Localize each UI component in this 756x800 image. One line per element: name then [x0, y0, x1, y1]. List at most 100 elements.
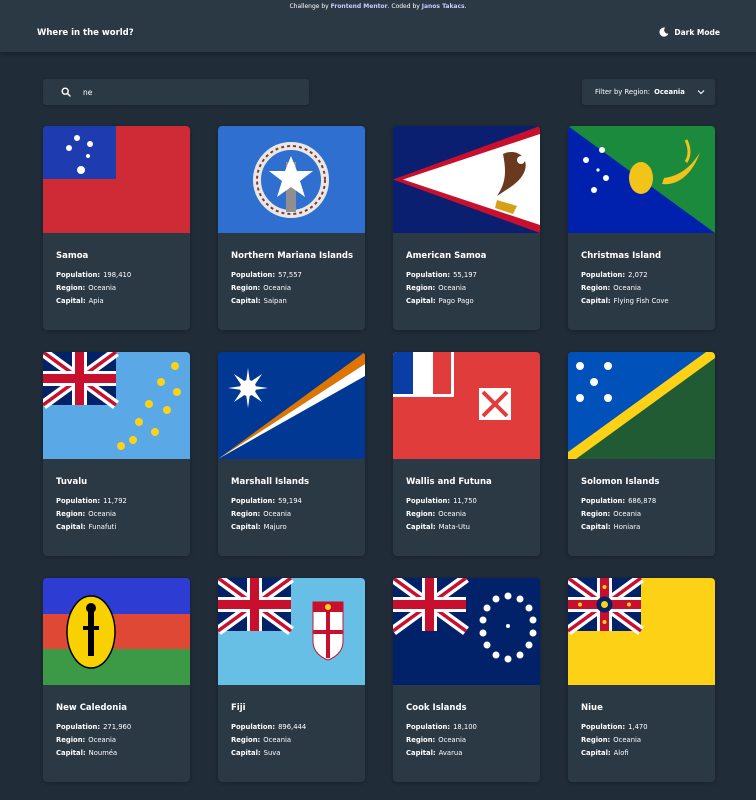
- population-value: 896,444: [278, 723, 307, 731]
- region-value: Oceania: [88, 510, 117, 518]
- population-row: Population: 2,072: [581, 271, 648, 279]
- capital-row: Capital: Flying Fish Cove: [581, 297, 669, 305]
- wallis-and-futuna-flag-icon: [393, 352, 540, 459]
- country-name: Marshall Islands: [231, 477, 310, 487]
- region-value: Oceania: [613, 510, 642, 518]
- capital-value: Honiara: [613, 523, 641, 531]
- population-label: Population:: [406, 723, 451, 731]
- country-card[interactable]: Solomon Islands Population: 686,878 Regio…: [568, 352, 715, 556]
- author-link[interactable]: Janos Takacs: [422, 3, 465, 10]
- region-value: Oceania: [263, 736, 292, 744]
- region-row: Region: Oceania: [406, 284, 466, 292]
- population-row: Population: 1,470: [581, 723, 648, 731]
- region-label: Region:: [231, 736, 261, 744]
- marshall-islands-flag-icon: [218, 352, 365, 459]
- frontend-mentor-link[interactable]: Frontend Mentor: [331, 3, 388, 10]
- population-value: 11,792: [103, 497, 127, 505]
- app-title: Where in the world?: [37, 28, 134, 38]
- population-value: 686,878: [628, 497, 657, 505]
- region-value: Oceania: [263, 510, 292, 518]
- region-row: Region: Oceania: [581, 510, 641, 518]
- population-label: Population:: [231, 271, 276, 279]
- capital-label: Capital:: [231, 297, 261, 305]
- capital-row: Capital: Pago Pago: [406, 297, 474, 305]
- population-row: Population: 11,792: [56, 497, 127, 505]
- region-label: Region:: [581, 284, 611, 292]
- population-value: 2,072: [628, 271, 648, 279]
- capital-row: Capital: Majuro: [231, 523, 287, 531]
- region-row: Region: Oceania: [581, 736, 641, 744]
- region-value: Oceania: [438, 510, 467, 518]
- region-value: Oceania: [438, 284, 467, 292]
- capital-row: Capital: Funafuti: [56, 523, 116, 531]
- capital-row: Capital: Saipan: [231, 297, 287, 305]
- region-filter-dropdown[interactable]: Filter by Region: Oceania: [582, 79, 715, 105]
- country-card[interactable]: Niue Population: 1,470 Region: Oceania Cap…: [568, 578, 715, 782]
- search-input[interactable]: [83, 84, 293, 100]
- country-card[interactable]: Marshall Islands Population: 59,194 Regio…: [218, 352, 365, 556]
- capital-value: Funafuti: [88, 523, 117, 531]
- population-label: Population:: [231, 723, 276, 731]
- country-card[interactable]: American Samoa Population: 55,197 Region:…: [393, 126, 540, 330]
- population-label: Population:: [56, 497, 101, 505]
- region-label: Region:: [56, 510, 86, 518]
- population-row: Population: 55,197: [406, 271, 477, 279]
- dark-mode-toggle[interactable]: Dark Mode: [659, 27, 720, 37]
- capital-row: Capital: Alofi: [581, 749, 629, 757]
- country-card[interactable]: New Caledonia Population: 271,960 Region:…: [43, 578, 190, 782]
- search-icon: [61, 87, 71, 97]
- region-row: Region: Oceania: [56, 284, 116, 292]
- country-card[interactable]: Christmas Island Population: 2,072 Region…: [568, 126, 715, 330]
- capital-label: Capital:: [231, 523, 261, 531]
- country-card[interactable]: Wallis and Futuna Population: 11,750 Regi…: [393, 352, 540, 556]
- country-name: Christmas Island: [581, 251, 662, 261]
- attribution-middle: . Coded by: [387, 3, 420, 10]
- capital-label: Capital:: [56, 749, 86, 757]
- country-name: Cook Islands: [406, 703, 467, 713]
- population-row: Population: 11,750: [406, 497, 477, 505]
- population-row: Population: 57,557: [231, 271, 302, 279]
- population-value: 55,197: [453, 271, 477, 279]
- population-value: 11,750: [453, 497, 477, 505]
- capital-value: Suva: [263, 749, 281, 757]
- country-card[interactable]: Cook Islands Population: 18,100 Region: Oc…: [393, 578, 540, 782]
- niue-flag-icon: [568, 578, 715, 685]
- capital-value: Saipan: [263, 297, 287, 305]
- population-row: Population: 18,100: [406, 723, 477, 731]
- christmas-island-flag-icon: [568, 126, 715, 233]
- region-row: Region: Oceania: [231, 736, 291, 744]
- country-name: Fiji: [231, 703, 246, 713]
- filter-label: Filter by Region:: [595, 88, 651, 96]
- search-box[interactable]: [43, 79, 309, 105]
- region-row: Region: Oceania: [231, 510, 291, 518]
- capital-row: Capital: Suva: [231, 749, 280, 757]
- country-name: Samoa: [56, 251, 89, 261]
- country-card[interactable]: Northern Mariana Islands Population: 57,5…: [218, 126, 365, 330]
- population-row: Population: 686,878: [581, 497, 656, 505]
- attribution-prefix: Challenge by: [289, 3, 329, 10]
- capital-row: Capital: Nouméa: [56, 749, 117, 757]
- population-value: 271,960: [103, 723, 132, 731]
- region-value: Oceania: [613, 284, 642, 292]
- region-row: Region: Oceania: [56, 736, 116, 744]
- country-card[interactable]: Fiji Population: 896,444 Region: Oceania C…: [218, 578, 365, 782]
- population-row: Population: 271,960: [56, 723, 131, 731]
- cook-islands-flag-icon: [393, 578, 540, 685]
- region-value: Oceania: [438, 736, 467, 744]
- capital-value: Mata-Utu: [438, 523, 470, 531]
- region-value: Oceania: [88, 284, 117, 292]
- capital-row: Capital: Apia: [56, 297, 104, 305]
- filter-selected-value: Oceania: [654, 88, 685, 96]
- region-label: Region:: [56, 284, 86, 292]
- region-row: Region: Oceania: [406, 510, 466, 518]
- country-card[interactable]: Tuvalu Population: 11,792 Region: Oceania …: [43, 352, 190, 556]
- capital-label: Capital:: [581, 749, 611, 757]
- country-name: American Samoa: [406, 251, 487, 261]
- population-value: 18,100: [453, 723, 477, 731]
- capital-value: Apia: [88, 297, 104, 305]
- country-card[interactable]: Samoa Population: 198,410 Region: Oceania …: [43, 126, 190, 330]
- capital-label: Capital:: [56, 523, 86, 531]
- capital-label: Capital:: [406, 749, 436, 757]
- capital-value: Flying Fish Cove: [613, 297, 669, 305]
- population-row: Population: 59,194: [231, 497, 302, 505]
